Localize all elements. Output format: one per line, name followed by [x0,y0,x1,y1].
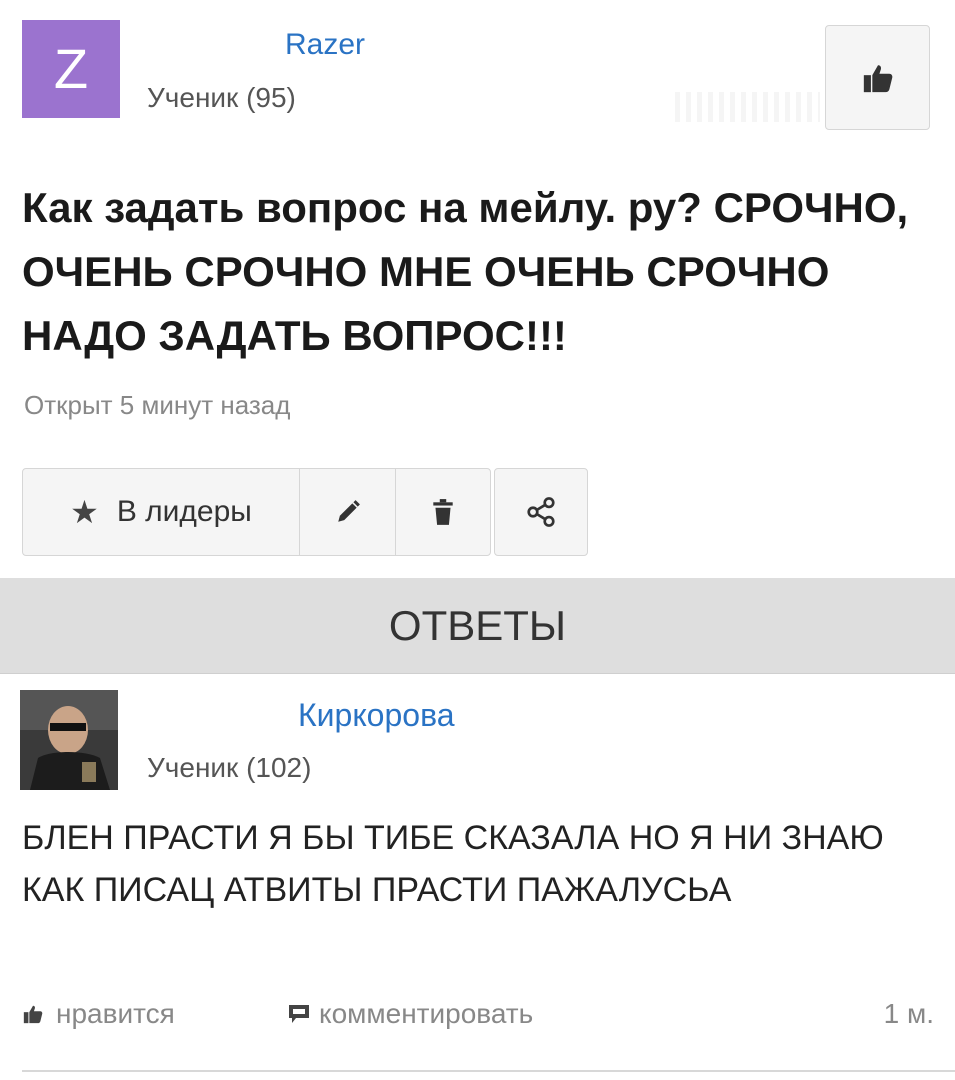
thumbs-up-icon [863,64,892,92]
author-name-link[interactable]: Razer [285,28,365,62]
author-rank: Ученик (95) [147,82,296,113]
thumbs-up-icon [23,1005,43,1024]
like-answer-button[interactable]: нравится [22,992,175,1036]
question-time: Открыт 5 минут назад [24,390,291,420]
comment-label: комментировать [319,998,534,1029]
pencil-icon [337,500,360,522]
answers-header: ОТВЕТЫ [0,578,955,674]
trash-icon [433,499,453,525]
answer-text: БЛЕН ПРАСТИ Я БЫ ТИБЕ СКАЗАЛА НО Я НИ ЗН… [22,819,884,909]
answerer-photo [20,690,118,790]
answer-footer: нравится комментировать 1 м. [22,992,934,1036]
share-button[interactable] [494,468,588,556]
watermark [675,92,820,122]
answerer-avatar[interactable] [20,690,118,790]
author-avatar[interactable]: Z [22,20,120,118]
delete-button[interactable] [395,468,491,556]
answer-time: 1 м. [883,998,934,1029]
to-leaders-label: В лидеры [116,495,252,528]
like-label: нравится [56,998,175,1029]
answerer-name-link[interactable]: Киркорова [298,697,455,734]
answerer-rank: Ученик (102) [147,752,312,783]
comment-button[interactable]: комментировать [287,992,533,1036]
divider [22,1070,955,1072]
share-icon [527,497,555,527]
comment-icon [289,1005,309,1023]
edit-button[interactable] [299,468,396,556]
like-question-button[interactable] [825,25,930,130]
star-icon: ★ [70,494,99,530]
to-leaders-button[interactable]: ★ В лидеры [22,468,300,556]
question-title: Как задать вопрос на мейлу. ру? СРОЧНО, … [22,184,909,359]
